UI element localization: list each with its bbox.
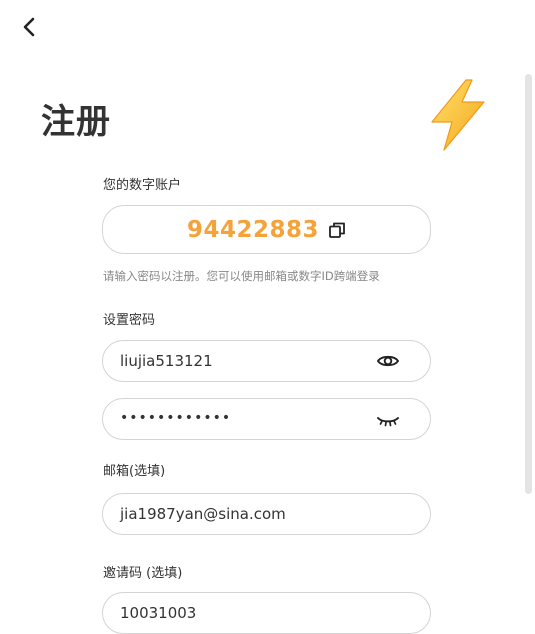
invite-code-field[interactable]: 10031003 xyxy=(102,592,431,634)
scrollbar[interactable] xyxy=(525,74,532,494)
password-label: 设置密码 xyxy=(103,313,156,328)
email-label: 邮箱(选填) xyxy=(103,464,166,479)
lightning-bolt-icon xyxy=(431,79,485,151)
email-value[interactable]: jia1987yan@sina.com xyxy=(120,505,286,523)
page-title: 注册 xyxy=(41,102,111,142)
account-number-field: 94422883 xyxy=(102,205,431,254)
invite-code-label: 邀请码 (选填) xyxy=(103,566,183,581)
invite-code-value[interactable]: 10031003 xyxy=(120,604,196,622)
account-label: 您的数字账户 xyxy=(103,178,182,193)
email-field[interactable]: jia1987yan@sina.com xyxy=(102,493,431,535)
eye-closed-icon[interactable] xyxy=(376,408,400,432)
eye-open-icon[interactable] xyxy=(376,349,400,373)
confirm-password-masked[interactable]: •••••••••••• xyxy=(120,410,231,426)
back-button[interactable] xyxy=(14,12,44,42)
chevron-left-icon xyxy=(23,17,35,37)
account-number: 94422883 xyxy=(186,216,320,243)
register-hint: 请输入密码以注册。您可以使用邮箱或数字ID跨端登录 xyxy=(103,269,380,283)
password-field[interactable]: liujia513121 xyxy=(102,340,431,382)
password-value[interactable]: liujia513121 xyxy=(120,352,213,370)
confirm-password-field[interactable]: •••••••••••• xyxy=(102,398,431,440)
copy-icon[interactable] xyxy=(328,221,346,239)
